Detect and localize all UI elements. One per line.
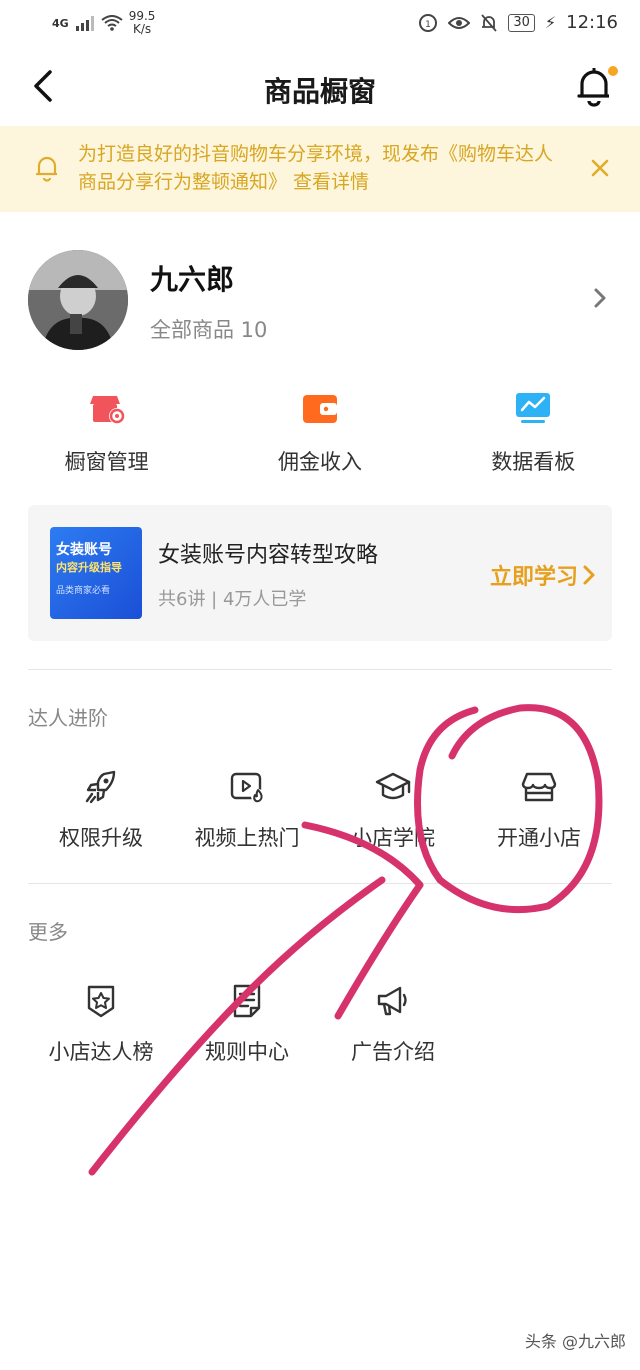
cover-title: 女装账号 bbox=[56, 542, 112, 558]
entry-label: 规则中心 bbox=[205, 1040, 289, 1064]
video-hot-icon bbox=[230, 772, 265, 803]
speed-unit: K/s bbox=[132, 22, 152, 36]
course-meta: 共6讲 | 4万人已学 bbox=[158, 589, 307, 610]
section-title-more: 更多 bbox=[28, 920, 68, 944]
section-title-advance: 达人进阶 bbox=[28, 706, 108, 730]
dashboard-icon bbox=[516, 393, 551, 423]
rocket-icon bbox=[85, 770, 116, 804]
tool-showcase-manage[interactable]: 橱窗管理 bbox=[0, 388, 213, 488]
entry-shop-academy[interactable]: 小店学院 bbox=[320, 768, 466, 852]
course-card[interactable]: 女装账号 内容升级指导 品类商家必看 女装账号内容转型攻略 共6讲 | 4万人已… bbox=[28, 505, 612, 641]
charging-icon: ⚡ bbox=[544, 13, 557, 32]
close-icon[interactable] bbox=[586, 154, 614, 182]
learn-now-button[interactable]: 立即学习 bbox=[490, 559, 596, 591]
entry-label: 视频上热门 bbox=[194, 826, 300, 850]
cover-tagline: 品类商家必看 bbox=[56, 586, 111, 596]
megaphone-icon bbox=[377, 986, 407, 1016]
tool-label: 佣金收入 bbox=[277, 450, 362, 474]
notice-text[interactable]: 为打造良好的抖音购物车分享环境，现发布《购物车达人商品分享行为整顿通知》 查看详… bbox=[78, 140, 558, 196]
entry-rules-center[interactable]: 规则中心 bbox=[174, 982, 320, 1066]
wifi-icon bbox=[101, 15, 123, 31]
wallet-icon bbox=[302, 395, 337, 423]
course-cover[interactable]: 女装账号 内容升级指导 品类商家必看 bbox=[50, 527, 142, 619]
star-badge-icon bbox=[87, 985, 115, 1018]
divider bbox=[28, 669, 612, 670]
username: 九六郎 bbox=[150, 263, 235, 296]
course-title: 女装账号内容转型攻略 bbox=[158, 543, 379, 568]
more-row: 小店达人榜 规则中心 广告介绍 bbox=[28, 982, 612, 1066]
entry-video-trending[interactable]: 视频上热门 bbox=[174, 768, 320, 852]
data-saver-icon: 1 bbox=[419, 13, 438, 32]
entry-label: 小店达人榜 bbox=[48, 1040, 154, 1064]
notice-banner[interactable]: 为打造良好的抖音购物车分享环境，现发布《购物车达人商品分享行为整顿通知》 查看详… bbox=[0, 126, 640, 212]
entry-label: 小店学院 bbox=[351, 826, 435, 850]
network-speed: 99.5 K/s bbox=[129, 10, 156, 36]
entry-label: 开通小店 bbox=[497, 826, 581, 850]
watermark: 头条 @九六郎 bbox=[524, 1332, 626, 1351]
shop-icon bbox=[521, 772, 557, 802]
status-right: 1 30 ⚡ 12:16 bbox=[418, 12, 618, 33]
mute-bell-icon bbox=[481, 13, 498, 32]
entry-open-shop[interactable]: 开通小店 bbox=[466, 768, 612, 852]
notice-bell-icon bbox=[35, 156, 57, 182]
graduation-cap-icon bbox=[375, 772, 411, 800]
rules-doc-icon bbox=[233, 984, 261, 1018]
entry-label: 权限升级 bbox=[59, 826, 143, 850]
tool-row: 橱窗管理 佣金收入 数据看板 bbox=[0, 388, 640, 488]
tool-label: 橱窗管理 bbox=[64, 450, 149, 474]
chevron-right-icon bbox=[594, 288, 606, 308]
entry-label: 广告介绍 bbox=[351, 1040, 435, 1064]
unread-dot bbox=[608, 66, 618, 76]
chevron-right-icon bbox=[583, 565, 595, 585]
svg-text:1: 1 bbox=[425, 20, 431, 30]
eye-icon bbox=[448, 16, 471, 29]
tool-label: 数据看板 bbox=[491, 450, 576, 474]
tool-commission-income[interactable]: 佣金收入 bbox=[213, 388, 426, 488]
storefront-gear-icon bbox=[89, 396, 125, 424]
entry-ad-intro[interactable]: 广告介绍 bbox=[320, 982, 466, 1066]
profile-card[interactable]: 九六郎 全部商品 10 bbox=[0, 240, 640, 360]
advance-row: 权限升级 视频上热门 小店学院 开通小店 bbox=[28, 768, 612, 852]
status-bar: 4G 99.5 K/s 1 30 ⚡ 12:16 bbox=[0, 0, 640, 50]
entry-permission-upgrade[interactable]: 权限升级 bbox=[28, 768, 174, 852]
avatar[interactable] bbox=[28, 250, 128, 350]
learn-now-label: 立即学习 bbox=[489, 565, 578, 590]
network-label: 4G bbox=[52, 16, 69, 30]
page-title: 商品橱窗 bbox=[263, 75, 376, 108]
avatar-photo bbox=[28, 250, 128, 350]
battery-indicator: 30 bbox=[508, 13, 535, 32]
cover-subtitle: 内容升级指导 bbox=[56, 561, 122, 574]
tool-data-dashboard[interactable]: 数据看板 bbox=[427, 388, 640, 488]
clock: 12:16 bbox=[566, 12, 618, 33]
status-left: 4G 99.5 K/s bbox=[52, 10, 155, 36]
entry-shop-talent-ranking[interactable]: 小店达人榜 bbox=[28, 982, 174, 1066]
nav-bar: 商品橱窗 bbox=[0, 50, 640, 126]
notification-button[interactable] bbox=[574, 64, 618, 108]
divider bbox=[28, 883, 612, 884]
signal-icon bbox=[75, 16, 94, 31]
goods-count: 全部商品 10 bbox=[150, 318, 268, 342]
